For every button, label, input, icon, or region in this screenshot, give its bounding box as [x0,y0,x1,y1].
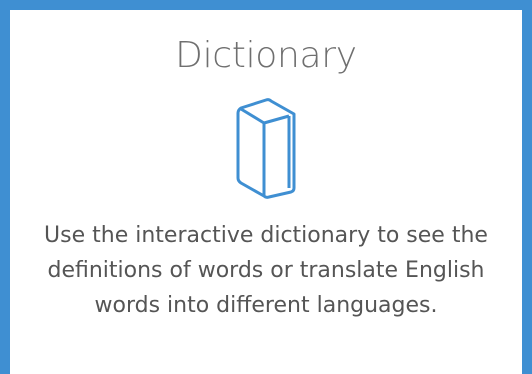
card-title: Dictionary [175,35,357,76]
dictionary-card[interactable]: Dictionary Use the interactive dictionar… [0,0,532,374]
book-icon [221,90,311,200]
card-description: Use the interactive dictionary to see th… [44,223,488,318]
